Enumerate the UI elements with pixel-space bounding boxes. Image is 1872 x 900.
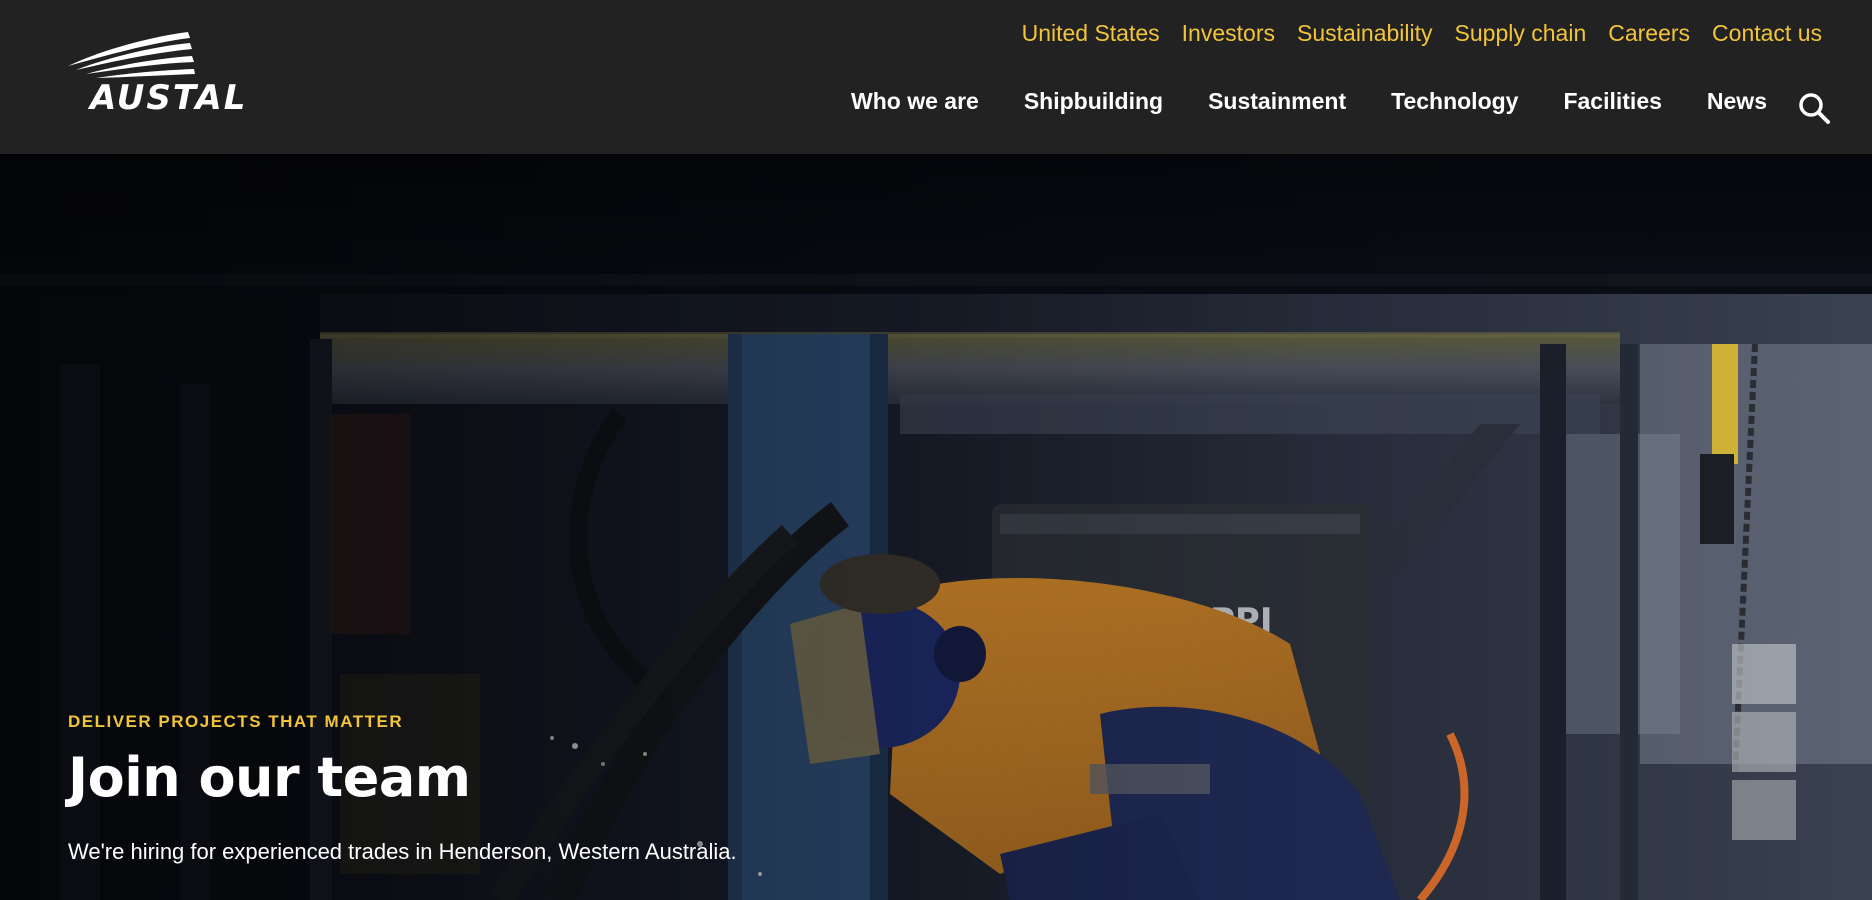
site-header: AUSTAL United States Investors Sustainab… — [0, 0, 1872, 154]
utility-link-contact-us[interactable]: Contact us — [1712, 20, 1822, 47]
search-icon — [1799, 93, 1830, 124]
austal-logo[interactable]: AUSTAL — [66, 28, 245, 118]
nav-who-we-are[interactable]: Who we are — [851, 88, 979, 115]
utility-link-careers[interactable]: Careers — [1608, 20, 1690, 47]
nav-technology[interactable]: Technology — [1391, 88, 1518, 115]
nav-facilities[interactable]: Facilities — [1563, 88, 1661, 115]
utility-nav: United States Investors Sustainability S… — [1022, 20, 1822, 47]
hero-title: Join our team — [68, 746, 471, 809]
hero-subtitle: We're hiring for experienced trades in H… — [68, 839, 737, 864]
hero-section: PPI DELIVER PROJECTS THAT MATTER Join ou… — [0, 154, 1872, 900]
hero-copy: DELIVER PROJECTS THAT MATTER Join our te… — [68, 712, 968, 865]
utility-link-supply-chain[interactable]: Supply chain — [1455, 20, 1587, 47]
nav-news[interactable]: News — [1707, 88, 1767, 115]
utility-link-investors[interactable]: Investors — [1182, 20, 1275, 47]
hero-eyebrow: DELIVER PROJECTS THAT MATTER — [68, 712, 404, 731]
nav-shipbuilding[interactable]: Shipbuilding — [1024, 88, 1163, 115]
nav-sustainment[interactable]: Sustainment — [1208, 88, 1346, 115]
main-nav: Who we are Shipbuilding Sustainment Tech… — [851, 88, 1767, 115]
logo-wordmark: AUSTAL — [90, 78, 248, 118]
utility-link-sustainability[interactable]: Sustainability — [1297, 20, 1433, 47]
search-button[interactable] — [1796, 90, 1832, 126]
utility-link-united-states[interactable]: United States — [1022, 20, 1160, 47]
